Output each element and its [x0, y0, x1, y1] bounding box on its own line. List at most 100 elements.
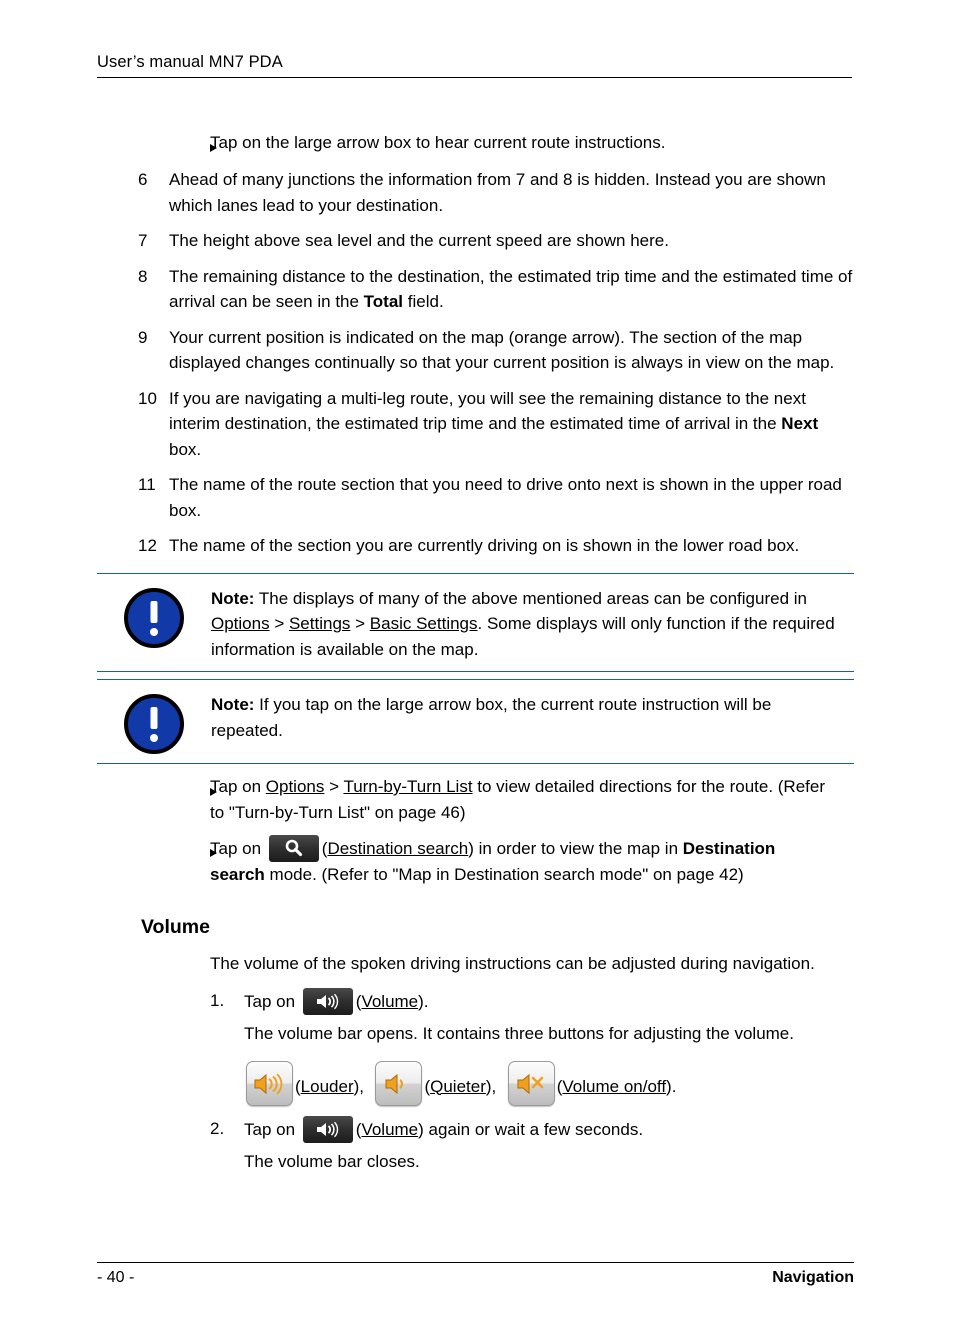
exclamation-circle-icon [124, 694, 184, 754]
note-link-options[interactable]: Options [211, 614, 270, 633]
item-text: Your current position is indicated on th… [169, 327, 835, 373]
table-row: 6 Ahead of many junctions the informatio… [97, 167, 854, 218]
item-text: The remaining distance to the destinatio… [169, 264, 854, 315]
paren-close-quieter: ), [485, 1076, 497, 1096]
exclamation-bar [150, 707, 158, 729]
link-volume[interactable]: Volume [361, 1120, 418, 1139]
item-text: Ahead of many junctions the information … [169, 170, 826, 215]
step-post-text: again or wait a few seconds. [423, 1119, 644, 1139]
table-row: 7 The height above sea level and the cur… [97, 228, 854, 254]
note-box: Note: If you tap on the large arrow box,… [97, 680, 854, 763]
step-pre-text: Tap on [244, 992, 300, 1011]
note-label: Note: [211, 695, 255, 714]
item-number: 7 [138, 231, 148, 250]
bullet-pre-text: Tap on [210, 839, 266, 858]
note-gap [97, 672, 854, 679]
note-box: Note: The displays of many of the above … [97, 574, 854, 672]
exclamation-dot [150, 734, 158, 742]
manual-page: User’s manual MN7 PDA Tap on the large a… [0, 0, 954, 1344]
link-volume[interactable]: Volume [361, 992, 418, 1011]
bullet-marker-cell [97, 835, 217, 862]
item-number: 11 [138, 475, 156, 494]
note-link-basic-settings[interactable]: Basic Settings [370, 614, 478, 633]
bullet-mid-text: > [324, 777, 344, 796]
paren-close-onoff: ). [666, 1076, 677, 1096]
step-pre-text: Tap on [244, 1119, 300, 1139]
bullet-marker-cell [97, 130, 217, 157]
table-row: 10 If you are navigating a multi-leg rou… [97, 386, 854, 463]
exclamation-bar [150, 600, 158, 623]
volume-icon[interactable] [302, 988, 353, 1015]
note-part-1: If you tap on the large arrow box, the c… [211, 695, 772, 740]
page-title: Volume [141, 915, 210, 938]
step-number: 1. [210, 991, 225, 1010]
page-footer: - 40 - Navigation [97, 1262, 854, 1287]
note-icon-cell [97, 691, 211, 754]
note-text: Note: If you tap on the large arrow box,… [211, 691, 854, 743]
speaker-louder-icon[interactable] [246, 1060, 293, 1106]
volume-button-row: (Louder), (Quieter), (Volume on/off). [97, 1060, 854, 1106]
list-item: Tap on (Destination search) in order to … [97, 835, 854, 888]
note-sep-2: > [350, 614, 370, 633]
page-content: Tap on the large arrow box to hear curre… [97, 130, 854, 1184]
note-sep-1: > [269, 614, 289, 633]
step1-detail-text: The volume bar opens. It contains three … [244, 1024, 794, 1043]
item-text: If you are navigating a multi-leg route,… [169, 386, 854, 463]
item-text: The height above sea level and the curre… [169, 231, 669, 250]
paren-close-louder: ), [353, 1076, 364, 1096]
list-item-text: Tap on the large arrow box to hear curre… [210, 133, 666, 152]
page-number: - 40 - [97, 1269, 135, 1286]
bullet-marker-cell [97, 774, 217, 801]
item-text-emphasis: Total [363, 292, 404, 311]
link-options[interactable]: Options [266, 777, 325, 796]
step-item: 1. Tap on (Volume). [97, 988, 854, 1015]
bullet-mid-text: in order to view the map in [473, 839, 683, 858]
table-row: 9 Your current position is indicated on … [97, 325, 854, 376]
volume-icon[interactable] [302, 1115, 353, 1143]
exclamation-dot [150, 627, 158, 636]
link-destination-search[interactable]: Destination search [327, 839, 468, 858]
label-volume-onoff[interactable]: Volume on/off [562, 1077, 666, 1096]
volume-intro-paragraph: The volume of the spoken driving instruc… [210, 953, 815, 973]
item-number: 12 [138, 536, 157, 555]
item-number: 10 [138, 388, 157, 408]
step-number: 2. [210, 1118, 225, 1138]
link-turn-by-turn-list[interactable]: Turn-by-Turn List [343, 777, 472, 796]
note-part-1: The displays of many of the above mentio… [254, 588, 807, 608]
item-text: The name of the route section that you n… [169, 475, 842, 520]
speaker-quieter-icon[interactable] [375, 1060, 423, 1106]
note-icon-cell [97, 585, 211, 648]
step2-detail-text: The volume bar closes. [244, 1151, 420, 1171]
page-header: User’s manual MN7 PDA [97, 52, 852, 78]
footer-row: - 40 - Navigation [97, 1269, 854, 1287]
table-row: 12 The name of the section you are curre… [97, 533, 854, 559]
step-text: Tap on (Volume). [244, 988, 854, 1015]
post-note-gap [97, 764, 854, 774]
header-title: User’s manual MN7 PDA [97, 53, 283, 71]
label-louder[interactable]: Louder [301, 1077, 354, 1096]
bullet-post-text: mode. (Refer to "Map in Destination sear… [264, 865, 744, 884]
item-text: The name of the section you are currentl… [169, 536, 800, 555]
table-row: 8 The remaining distance to the destinat… [97, 264, 854, 315]
item-text-before: If you are navigating a multi-leg route,… [169, 388, 806, 434]
table-row: 11 The name of the route section that yo… [97, 472, 854, 523]
item-number: 6 [138, 170, 148, 189]
list-item-text: Tap on Options > Turn-by-Turn List to vi… [210, 774, 854, 825]
step-text: Tap on (Volume) again or wait a few seco… [244, 1115, 854, 1143]
note-label: Note: [211, 588, 255, 608]
note-text: Note: The displays of many of the above … [211, 585, 854, 663]
footer-section-label: Navigation [772, 1269, 854, 1286]
header-divider [97, 77, 852, 78]
item-text-emphasis: Next [781, 414, 819, 433]
list-item: Tap on the large arrow box to hear curre… [97, 130, 854, 157]
footer-divider [97, 1262, 854, 1263]
exclamation-circle-icon [124, 587, 184, 648]
list-item: Tap on Options > Turn-by-Turn List to vi… [97, 774, 854, 825]
paren-close: ). [418, 992, 429, 1011]
label-quieter[interactable]: Quieter [430, 1077, 486, 1096]
speaker-mute-icon[interactable] [507, 1060, 555, 1106]
note-link-settings[interactable]: Settings [289, 614, 350, 633]
bullet-pre-text: Tap on [210, 777, 266, 796]
item-text-before: The remaining distance to the destinatio… [169, 266, 853, 312]
search-icon[interactable] [268, 835, 319, 862]
